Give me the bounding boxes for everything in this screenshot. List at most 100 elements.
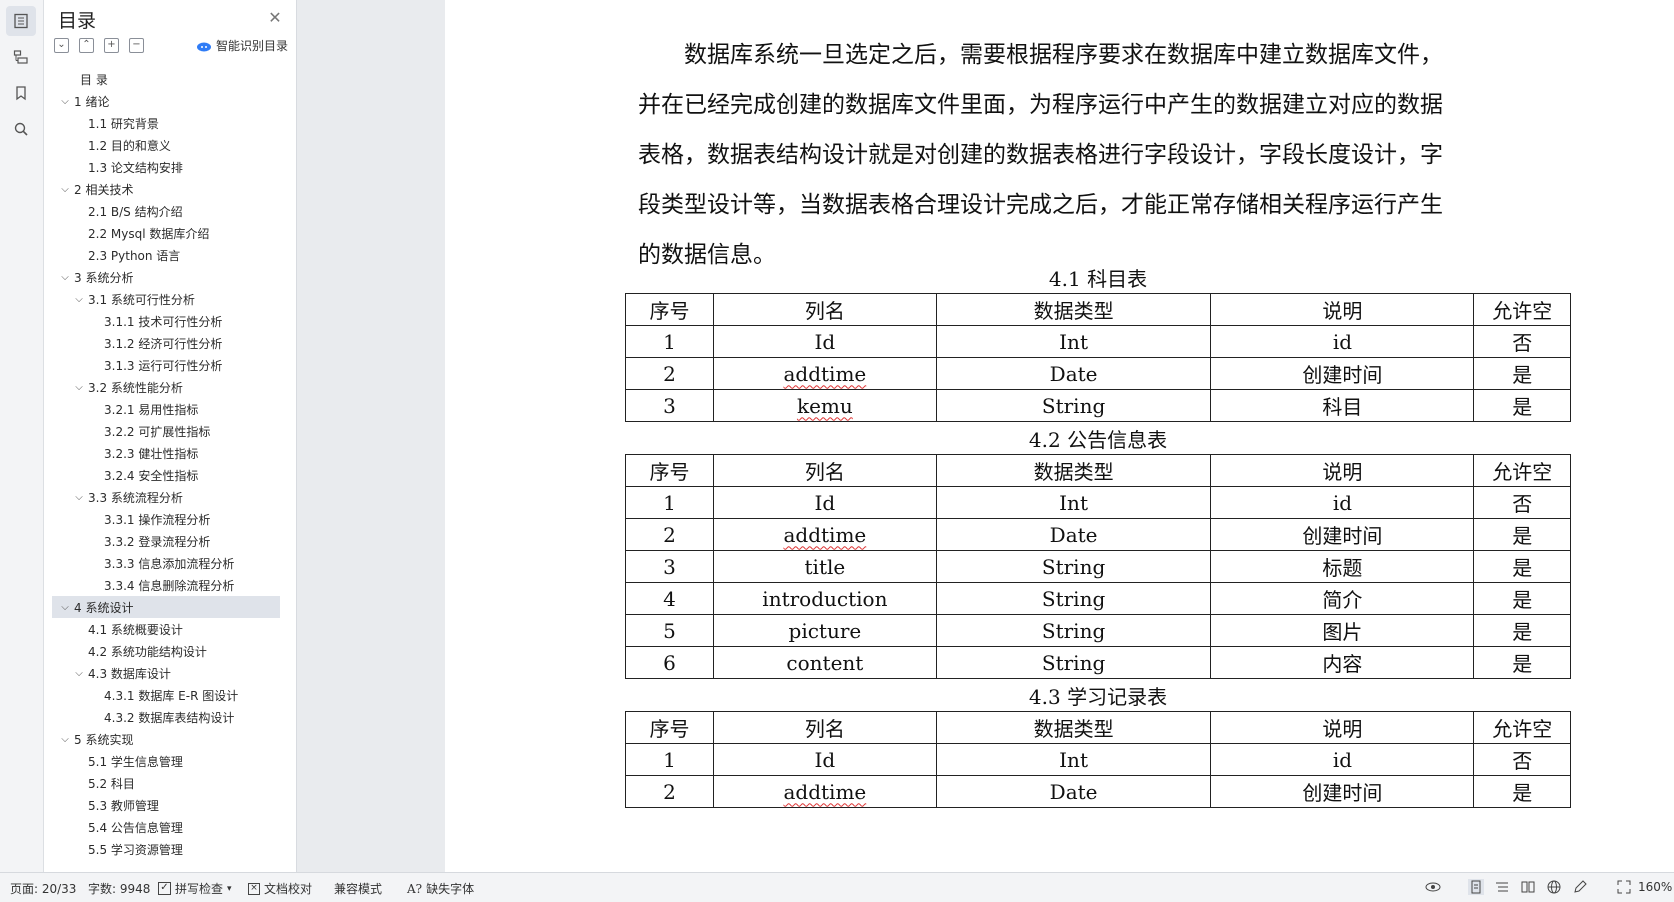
cell-text: 创建时间 xyxy=(1302,524,1383,548)
page-view-icon[interactable] xyxy=(1468,879,1484,895)
toc-item[interactable]: 3.2.2 可扩展性指标 xyxy=(52,420,280,442)
toc-item[interactable]: 2.2 Mysql 数据库介绍 xyxy=(52,222,280,244)
table-cell: Id xyxy=(713,486,937,519)
table-cell: title xyxy=(713,550,937,583)
toc-item[interactable]: ⌵ 3.2 系统性能分析 xyxy=(52,376,280,398)
chevron-down-icon[interactable]: ⌵ xyxy=(72,294,86,305)
toc-item[interactable]: 3.3.2 登录流程分析 xyxy=(52,530,280,552)
toc-item[interactable]: 4.3.1 数据库 E-R 图设计 xyxy=(52,684,280,706)
page-indicator[interactable]: 页面: 20/33 xyxy=(10,880,76,897)
toc-item-label: 3.1.3 运行可行性分析 xyxy=(104,358,223,373)
toc-item[interactable]: ⌵ 2 相关技术 xyxy=(52,178,280,200)
smart-toc-button[interactable]: 智能识别目录 xyxy=(196,37,288,54)
table-cell: String xyxy=(935,389,1212,422)
reading-view-icon[interactable] xyxy=(1520,879,1536,895)
chevron-down-icon[interactable]: ⌵ xyxy=(72,668,86,679)
search-icon[interactable] xyxy=(6,114,36,144)
paragraph-line: 表格，数据表结构设计就是对创建的数据表格进行字段设计，字段长度设计，字 xyxy=(638,142,1443,168)
fit-page-icon[interactable] xyxy=(1616,879,1632,895)
chevron-down-icon[interactable]: ⌵ xyxy=(58,602,72,613)
cell-text: 否 xyxy=(1512,492,1533,516)
toc-item[interactable]: 3.1.1 技术可行性分析 xyxy=(52,310,280,332)
toc-item[interactable]: 目 录 xyxy=(52,68,280,90)
toc-item-label: 1.2 目的和意义 xyxy=(88,138,171,153)
expand-all-icon[interactable]: ⌄ xyxy=(54,38,69,53)
pen-icon[interactable] xyxy=(1572,879,1588,895)
toc-item-label: 5.2 科目 xyxy=(88,776,135,791)
chevron-down-icon[interactable]: ⌵ xyxy=(58,96,72,107)
body-paragraph: 数据库系统一旦选定之后，需要根据程序要求在数据库中建立数据库文件， 并在已经完成创… xyxy=(638,30,1538,280)
toc-item[interactable]: ⌵ 3.3 系统流程分析 xyxy=(52,486,280,508)
toc-item[interactable]: 3.3.1 操作流程分析 xyxy=(52,508,280,530)
toc-item[interactable]: ⌵ 3.1 系统可行性分析 xyxy=(52,288,280,310)
table-row: 2 addtime Date 创建时间 是 xyxy=(624,518,1571,551)
toc-item[interactable]: 3.2.3 健壮性指标 xyxy=(52,442,280,464)
remove-item-icon[interactable]: − xyxy=(129,38,144,53)
table-caption: 4.1 科目表 xyxy=(1048,267,1148,291)
toc-item[interactable]: ⌵ 4 系统设计 xyxy=(52,596,280,618)
toc-item[interactable]: 3.1.3 运行可行性分析 xyxy=(52,354,280,376)
toc-item[interactable]: ⌵ 3 系统分析 xyxy=(52,266,280,288)
cell-text: 科目 xyxy=(1322,395,1363,419)
table-cell: Date xyxy=(935,775,1212,808)
header-cell: 说明 xyxy=(1210,711,1475,744)
chevron-down-icon[interactable]: ⌵ xyxy=(72,492,86,503)
table-cell: 标题 xyxy=(1210,550,1475,583)
table-cell: 2 xyxy=(624,518,715,551)
toc-item[interactable]: 1.1 研究背景 xyxy=(52,112,280,134)
web-view-icon[interactable] xyxy=(1546,879,1562,895)
toc-list: 目 录 ⌵ 1 绪论 1.1 研究背景 1.2 目的和意义 1.3 论文结构安排 ⌵ 2 相关… xyxy=(52,68,280,860)
toc-item[interactable]: ⌵ 1 绪论 xyxy=(52,90,280,112)
word-count[interactable]: 字数: 9948 xyxy=(88,880,150,897)
collapse-all-icon[interactable]: ⌃ xyxy=(79,38,94,53)
table-cell: 3 xyxy=(624,389,715,422)
toc-item-label: 3.3.3 信息添加流程分析 xyxy=(104,556,235,571)
toc-panel-icon[interactable] xyxy=(6,6,36,36)
zoom-level[interactable]: 160% xyxy=(1638,880,1672,894)
compat-mode[interactable]: 兼容模式 xyxy=(334,880,382,897)
toc-item[interactable]: 5.5 学习资源管理 xyxy=(52,838,280,860)
cell-text: 是 xyxy=(1512,652,1533,676)
navigation-pane-icon[interactable] xyxy=(6,42,36,72)
toc-item[interactable]: 5.1 学生信息管理 xyxy=(52,750,280,772)
toc-item[interactable]: 3.3.3 信息添加流程分析 xyxy=(52,552,280,574)
missing-font-button[interactable]: A? 缺失字体 xyxy=(407,880,474,897)
toc-item[interactable]: 3.2.1 易用性指标 xyxy=(52,398,280,420)
toc-item[interactable]: ⌵ 4.3 数据库设计 xyxy=(52,662,280,684)
table-cell: 否 xyxy=(1473,743,1571,776)
chevron-down-icon[interactable]: ⌵ xyxy=(58,272,72,283)
chevron-down-icon[interactable]: ⌵ xyxy=(58,734,72,745)
toc-item[interactable]: 2.1 B/S 结构介绍 xyxy=(52,200,280,222)
chevron-down-icon[interactable]: ⌵ xyxy=(72,382,86,393)
toc-item[interactable]: 1.3 论文结构安排 xyxy=(52,156,280,178)
cell-text: addtime xyxy=(783,361,867,386)
proofread-button[interactable]: × 文档校对 xyxy=(248,880,312,897)
toc-item[interactable]: 1.2 目的和意义 xyxy=(52,134,280,156)
toc-item[interactable]: 5.2 科目 xyxy=(52,772,280,794)
toc-item[interactable]: 4.3.2 数据库表结构设计 xyxy=(52,706,280,728)
close-icon[interactable]: ✕ xyxy=(266,8,284,27)
toc-item[interactable]: 5.4 公告信息管理 xyxy=(52,816,280,838)
document-area: 数据库系统一旦选定之后，需要根据程序要求在数据库中建立数据库文件， 并在已经完成创… xyxy=(297,0,1674,872)
toc-item[interactable]: 3.3.4 信息删除流程分析 xyxy=(52,574,280,596)
toc-item[interactable]: 4.1 系统概要设计 xyxy=(52,618,280,640)
toc-item-label: 5 系统实现 xyxy=(74,732,134,747)
table-cell: 4 xyxy=(624,582,715,615)
cell-text: content xyxy=(786,650,864,675)
toc-item[interactable]: 2.3 Python 语言 xyxy=(52,244,280,266)
chevron-down-icon[interactable]: ⌵ xyxy=(58,184,72,195)
spell-check-toggle[interactable]: ✓ 拼写检查 ▾ xyxy=(158,880,232,897)
table-cell: 内容 xyxy=(1210,646,1475,679)
toc-item[interactable]: ⌵ 5 系统实现 xyxy=(52,728,280,750)
table-caption: 4.2 公告信息表 xyxy=(1028,428,1168,452)
bookmark-icon[interactable] xyxy=(6,78,36,108)
eye-icon[interactable] xyxy=(1425,879,1441,895)
toc-item[interactable]: 4.2 系统功能结构设计 xyxy=(52,640,280,662)
toc-item-label: 3.2.4 安全性指标 xyxy=(104,468,199,483)
cell-text: 是 xyxy=(1512,588,1533,612)
outline-view-icon[interactable] xyxy=(1494,879,1510,895)
toc-item[interactable]: 3.2.4 安全性指标 xyxy=(52,464,280,486)
toc-item[interactable]: 5.3 教师管理 xyxy=(52,794,280,816)
toc-item[interactable]: 3.1.2 经济可行性分析 xyxy=(52,332,280,354)
add-item-icon[interactable]: + xyxy=(104,38,119,53)
